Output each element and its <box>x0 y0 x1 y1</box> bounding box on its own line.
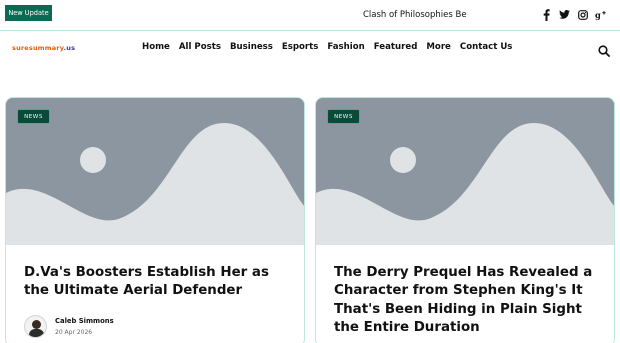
nav-item-all-posts[interactable]: All Posts <box>179 42 221 52</box>
image-placeholder-icon <box>316 98 614 245</box>
new-update-badge[interactable]: New Update <box>5 5 52 21</box>
post-thumbnail-placeholder[interactable] <box>6 98 304 245</box>
post-meta: Caleb Simmons 20 Apr 2026 <box>55 317 114 336</box>
post-card[interactable]: NEWS The Derry Prequel Has Revealed a Ch… <box>315 97 615 343</box>
logo-text: suresummary <box>12 44 64 52</box>
site-logo[interactable]: suresummary.us <box>12 44 75 52</box>
search-icon[interactable] <box>598 42 610 57</box>
svg-text:g: g <box>595 10 601 20</box>
nav-item-more[interactable]: More <box>426 42 451 52</box>
google-plus-icon[interactable]: g <box>595 8 606 21</box>
nav-item-contact-us[interactable]: Contact Us <box>460 42 513 52</box>
nav-item-home[interactable]: Home <box>142 42 170 52</box>
post-title[interactable]: D.Va's Boosters Establish Her as the Ult… <box>24 264 294 301</box>
logo-domain: .us <box>63 44 76 52</box>
nav-item-fashion[interactable]: Fashion <box>327 42 364 52</box>
post-thumbnail-placeholder[interactable] <box>316 98 614 245</box>
instagram-icon[interactable] <box>577 8 588 21</box>
author-name[interactable]: Caleb Simmons <box>55 317 114 325</box>
nav-menu: Home All Posts Business Esports Fashion … <box>142 42 512 52</box>
post-title[interactable]: The Derry Prequel Has Revealed a Charact… <box>334 264 604 337</box>
main-nav: suresummary.us Home All Posts Business E… <box>0 31 620 65</box>
nav-item-featured[interactable]: Featured <box>374 42 418 52</box>
nav-item-esports[interactable]: Esports <box>282 42 319 52</box>
image-placeholder-icon <box>6 98 304 245</box>
social-links: g <box>541 8 606 21</box>
author-avatar[interactable] <box>24 315 47 338</box>
news-ticker[interactable]: Clash of Philosophies Be <box>363 10 467 20</box>
post-date: 20 Apr 2026 <box>55 329 93 336</box>
post-card[interactable]: NEWS D.Va's Boosters Establish Her as th… <box>5 97 305 343</box>
category-badge[interactable]: NEWS <box>17 109 50 124</box>
twitter-icon[interactable] <box>559 8 570 21</box>
post-author: Caleb Simmons 20 Apr 2026 <box>24 315 114 338</box>
category-badge[interactable]: NEWS <box>327 109 360 124</box>
top-bar: New Update Clash of Philosophies Be g <box>0 0 620 31</box>
facebook-icon[interactable] <box>541 8 552 21</box>
nav-item-business[interactable]: Business <box>230 42 273 52</box>
